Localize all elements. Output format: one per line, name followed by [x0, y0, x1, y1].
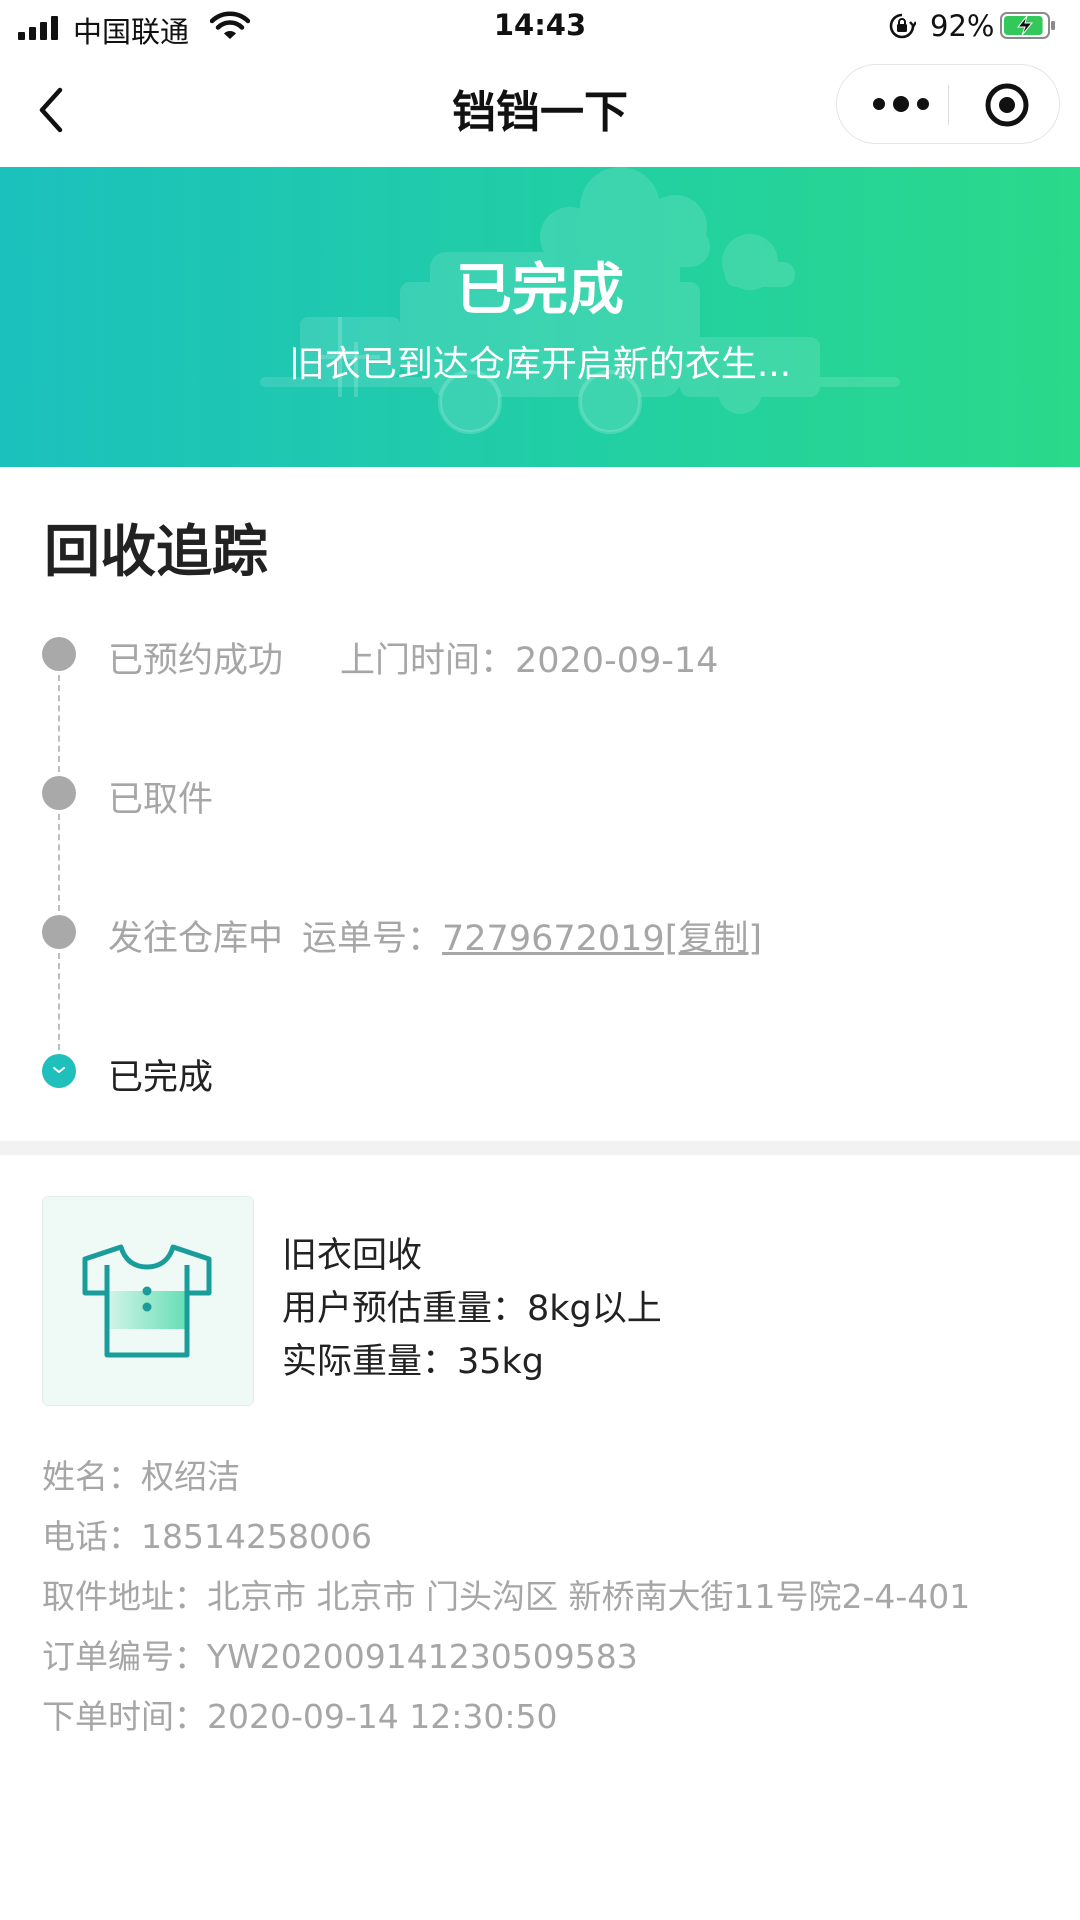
product-image — [42, 1196, 254, 1406]
timeline-connector — [58, 814, 60, 911]
waybill-label: 运单号： — [302, 919, 443, 959]
timeline-dot — [42, 776, 76, 810]
timeline-dot-active — [42, 1054, 76, 1088]
more-dots-icon[interactable] — [869, 89, 933, 119]
estimated-weight: 用户预估重量：8kg以上 — [282, 1289, 662, 1329]
status-banner: 已完成 旧衣已到达仓库开启新的衣生... — [0, 167, 1080, 467]
banner-title: 已完成 — [456, 258, 624, 323]
pickup-address: 取件地址：北京市 北京市 门头沟区 新桥南大街11号院2-4-401 — [42, 1577, 971, 1616]
step-shipping-label: 发往仓库中 — [108, 919, 284, 959]
step-completed-label: 已完成 — [108, 1058, 214, 1098]
timeline-dot — [42, 637, 76, 671]
section-divider — [0, 1141, 1080, 1155]
banner-subtitle: 旧衣已到达仓库开启新的衣生... — [288, 344, 792, 385]
customer-phone: 电话：18514258006 — [42, 1517, 372, 1556]
waybill-copy-link[interactable]: 7279672019[复制] — [442, 919, 762, 959]
tracking-heading: 回收追踪 — [44, 520, 268, 585]
order-time: 下单时间：2020-09-14 12:30:50 — [42, 1697, 558, 1736]
timeline-connector — [58, 953, 60, 1050]
timeline-connector — [58, 675, 60, 772]
customer-name: 姓名：权绍洁 — [42, 1457, 240, 1496]
battery-percent: 92% — [930, 9, 995, 43]
step-picked-label: 已取件 — [108, 780, 214, 820]
tshirt-icon — [82, 1244, 212, 1358]
step-booked-label: 已预约成功 — [108, 641, 284, 681]
close-target-icon[interactable] — [983, 81, 1031, 129]
battery-charging-icon — [1000, 12, 1055, 39]
capsule-divider — [948, 85, 949, 125]
actual-weight: 实际重量：35kg — [282, 1342, 545, 1382]
timeline-dot — [42, 915, 76, 949]
status-bar: 中国联通 14:43 92% — [0, 0, 1080, 54]
order-number: 订单编号：YW202009141230509583 — [42, 1637, 638, 1676]
mini-program-capsule — [836, 64, 1060, 144]
waybill-row: 运单号：7279672019[复制] — [302, 910, 762, 961]
chevron-down-icon — [53, 1067, 65, 1074]
status-time: 14:43 — [493, 8, 587, 42]
product-name: 旧衣回收 — [282, 1236, 423, 1276]
rotation-lock-icon — [889, 13, 916, 39]
step-visit-time: 上门时间：2020-09-14 — [340, 641, 719, 681]
